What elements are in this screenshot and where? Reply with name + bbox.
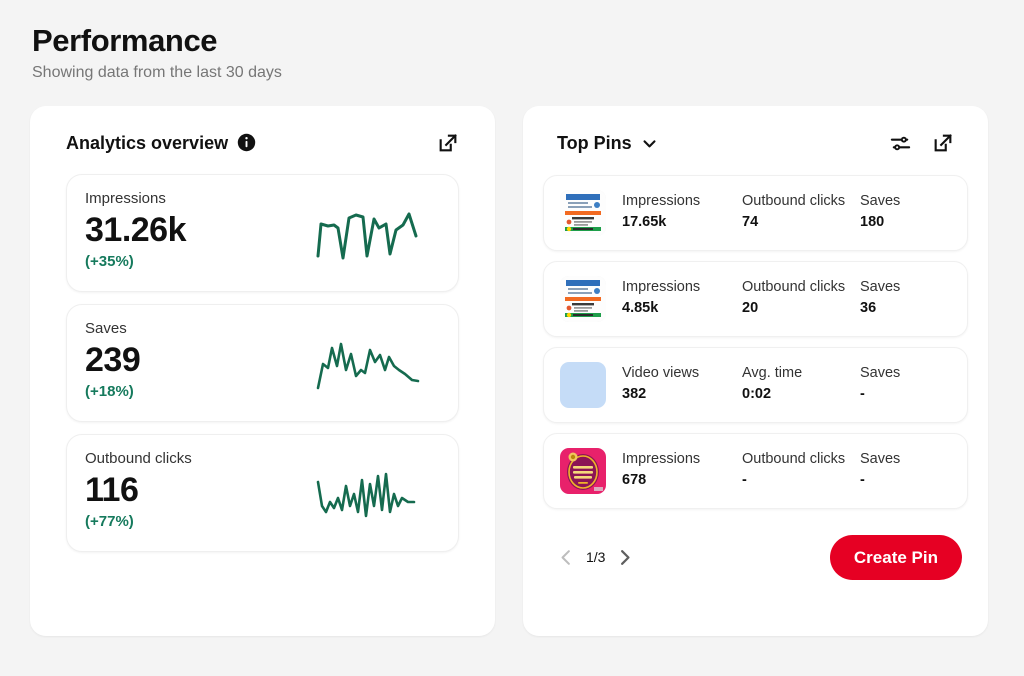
stat-value: 4.85k [622,299,659,316]
stat-saves: Saves - [860,450,950,491]
external-link-icon[interactable] [932,132,954,154]
metric-label: Saves [85,319,127,337]
info-icon[interactable] [237,133,256,152]
top-pins-card-header: Top Pins [557,132,954,155]
stat-label: Saves [860,193,901,210]
chevron-left-icon[interactable] [557,548,576,567]
metric-value: 31.26k [85,210,187,249]
metric-label: Outbound clicks [85,449,192,467]
stat-label: Impressions [622,279,701,296]
stat-value: 20 [742,299,759,316]
stat-label: Saves [860,279,901,296]
metric-card-saves[interactable]: Saves 239 (+18%) [66,303,459,422]
stat-saves: Saves 180 [860,192,950,233]
table-row[interactable]: Impressions 4.85k Outbound clicks 20 Sav… [543,260,968,337]
stat-value: 0:02 [742,385,772,402]
stat-value: 36 [860,299,877,316]
pin-stats: Impressions 4.85k Outbound clicks 20 Sav… [622,278,951,319]
top-pins-title-group[interactable]: Top Pins [557,134,658,152]
page-title: Performance [32,23,218,58]
stat-value: 678 [622,471,647,488]
pin-stats: Video views 382 Avg. time 0:02 Saves - [622,364,951,405]
analytics-header-actions [437,132,459,154]
stat-avg-time: Avg. time 0:02 [742,364,860,405]
stat-impressions: Impressions 17.65k [622,192,742,233]
top-pins-footer: 1/3 Create Pin [543,534,968,580]
table-row[interactable]: Impressions 678 Outbound clicks - Saves … [543,432,968,509]
saves-sparkline [316,342,434,399]
pin-stats: Impressions 678 Outbound clicks - Saves … [622,450,951,491]
stat-saves: Saves 36 [860,278,950,319]
chevron-down-icon[interactable] [641,135,658,152]
blank-blue-thumbnail[interactable] [560,361,606,408]
analytics-title: Analytics overview [66,132,229,153]
analytics-card-header: Analytics overview [66,132,459,154]
stat-label: Impressions [622,451,701,468]
metric-card-outbound-clicks[interactable]: Outbound clicks 116 (+77%) [66,433,459,552]
stat-label: Avg. time [742,365,803,382]
table-row[interactable]: Impressions 17.65k Outbound clicks 74 Sa… [543,174,968,251]
stat-saves: Saves - [860,364,950,405]
chevron-right-icon[interactable] [615,548,634,567]
metric-value: 116 [85,470,139,509]
page-subtitle: Showing data from the last 30 days [32,63,282,81]
panels-container: Analytics overview Impressions 31.26k (+… [30,105,994,636]
outbound-clicks-sparkline [316,472,434,529]
metric-delta: (+77%) [85,513,134,531]
metric-text: Saves 239 (+18%) [85,319,141,402]
pink-greeting-thumbnail[interactable] [560,447,606,494]
stat-outbound-clicks: Outbound clicks - [742,450,860,491]
top-pins-title: Top Pins [557,133,632,154]
stat-value: - [860,471,865,488]
flag-document-thumbnail[interactable] [560,275,606,322]
stat-value: 74 [742,213,759,230]
page-indicator: 1/3 [586,549,606,566]
stat-value: - [742,471,747,488]
flag-document-thumbnail[interactable] [560,189,606,236]
metric-delta: (+18%) [85,383,134,401]
metric-text: Impressions 31.26k (+35%) [85,189,187,272]
metric-card-impressions[interactable]: Impressions 31.26k (+35%) [66,173,459,292]
top-pins-header-actions [889,132,954,155]
stat-label: Saves [860,451,901,468]
create-pin-button[interactable]: Create Pin [829,534,962,580]
analytics-overview-card: Analytics overview Impressions 31.26k (+… [30,105,495,636]
stat-value: 180 [860,213,885,230]
stat-value: 382 [622,385,647,402]
pin-stats: Impressions 17.65k Outbound clicks 74 Sa… [622,192,951,233]
stat-outbound-clicks: Outbound clicks 20 [742,278,860,319]
stat-outbound-clicks: Outbound clicks 74 [742,192,860,233]
top-pins-card: Top Pins Impressions 17.65k Outbound cli… [523,105,988,636]
stat-label: Outbound clicks [742,279,846,296]
stat-video-views: Video views 382 [622,364,742,405]
stat-value: - [860,385,865,402]
table-row[interactable]: Video views 382 Avg. time 0:02 Saves - [543,346,968,423]
stat-label: Video views [622,365,700,382]
analytics-title-group: Analytics overview [66,133,256,152]
performance-page: Performance Showing data from the last 3… [0,0,1024,676]
stat-label: Saves [860,365,901,382]
external-link-icon[interactable] [437,132,459,154]
stat-label: Impressions [622,193,701,210]
metric-label: Impressions [85,189,166,207]
sliders-icon[interactable] [889,132,912,155]
stat-label: Outbound clicks [742,193,846,210]
metric-value: 239 [85,340,141,379]
metric-text: Outbound clicks 116 (+77%) [85,450,192,532]
pagination: 1/3 [557,548,634,567]
stat-value: 17.65k [622,213,667,230]
metric-delta: (+35%) [85,253,134,271]
stat-label: Outbound clicks [742,451,846,468]
stat-impressions: Impressions 4.85k [622,278,742,319]
stat-impressions: Impressions 678 [622,450,742,491]
impressions-sparkline [316,212,434,269]
